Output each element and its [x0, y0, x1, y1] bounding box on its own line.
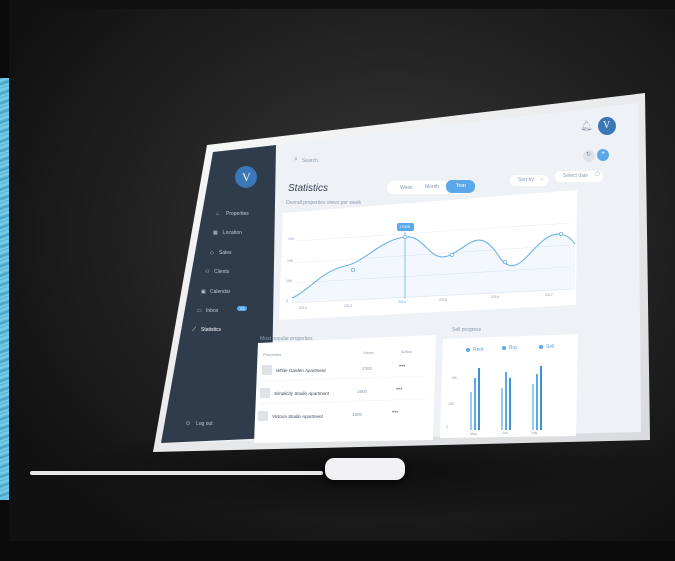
date-select[interactable]: Select date [563, 173, 588, 179]
notification-bell-icon[interactable]: 🔔︎ [580, 121, 593, 132]
x-tick: 2013 [344, 304, 352, 308]
y-tick: 0 [446, 425, 448, 429]
grid-icon: ▦ [213, 230, 218, 236]
sort-chevron-icon[interactable]: ⌄ [540, 176, 544, 182]
y-tick: 15K [451, 376, 458, 380]
inbox-badge: 23 [237, 306, 248, 311]
x-tick: Jun [502, 431, 508, 435]
col-properties: Properties [263, 352, 282, 357]
screen-content: V V 🔔︎ ⌕ Search Statistics Overall prope… [0, 0, 675, 561]
tab-month[interactable]: Month [425, 184, 439, 190]
col-action: Action [401, 349, 413, 354]
legend-rent: Rent [473, 347, 484, 353]
sort-select[interactable]: Sort by [518, 177, 534, 183]
y-tick: 15K [287, 259, 294, 263]
legend-buy: Buy [509, 345, 518, 351]
sidebar-item-label: Sales [219, 250, 232, 256]
y-tick: 0 [286, 299, 288, 303]
y-tick: 10K [286, 279, 293, 283]
home-icon: ⌂ [216, 211, 220, 217]
tab-year[interactable]: Year [456, 183, 466, 189]
x-tick: 2014 [398, 300, 406, 304]
x-tick: 2017 [545, 293, 553, 297]
row-actions-button[interactable]: ••• [399, 364, 405, 370]
sidebar-item-label: Statistics [201, 327, 222, 333]
search-input[interactable]: Search [302, 158, 318, 164]
sidebar-item-label: Location [223, 230, 242, 236]
row-actions-button[interactable]: ••• [392, 410, 398, 416]
x-tick: May [470, 432, 477, 436]
chart-subtitle: Overall properties views per week [286, 200, 362, 206]
tab-week[interactable]: Week [400, 185, 413, 191]
sidebar-item-label: Inbox [206, 308, 219, 314]
calendar-icon[interactable]: ▢ [595, 171, 600, 177]
sidebar-item-label: Clients [214, 269, 230, 275]
row-actions-button[interactable]: ••• [396, 387, 402, 393]
users-icon: ⚇ [205, 269, 210, 275]
photo-background: V V 🔔︎ ⌕ Search Statistics Overall prope… [0, 0, 675, 561]
property-name: Simplicity Studio Apartment [274, 391, 329, 396]
sidebar-item-label: Calendar [210, 289, 231, 295]
property-name: Victoria Studio Apartment [272, 414, 323, 419]
x-tick: July [531, 431, 538, 435]
x-tick: 2016 [491, 295, 499, 299]
popular-title: Most popular properties [260, 336, 313, 342]
refresh-icon[interactable]: ↻ [586, 151, 591, 158]
inbox-icon: ▭ [197, 308, 202, 314]
calendar-icon: ▣ [201, 289, 206, 295]
y-tick: 10K [448, 402, 455, 406]
legend-sell: Sell [546, 344, 555, 350]
y-tick: 20K [288, 237, 295, 241]
property-views: 1900 [357, 389, 368, 394]
tag-icon: ◇ [210, 250, 214, 256]
property-views: 1500 [352, 412, 363, 417]
page-title: Statistics [288, 183, 329, 194]
search-icon[interactable]: ⌕ [294, 156, 298, 164]
logout-icon: ⏻ [186, 421, 190, 427]
chart-tooltip: 17000 [399, 224, 411, 229]
add-icon[interactable]: + [601, 150, 605, 157]
sell-progress-title: Sell progress [452, 327, 482, 333]
logout-label: Log out [196, 421, 213, 427]
sidebar-item-label: Properties [226, 211, 249, 217]
avatar-letter[interactable]: V [603, 120, 610, 131]
statistics-icon: ⟋ [192, 327, 197, 333]
property-views: 2300 [362, 366, 373, 371]
property-name: White Garden Apartment [276, 368, 326, 373]
x-tick: 2012 [299, 306, 307, 310]
logo-letter: V [242, 170, 251, 184]
col-views: Views [363, 350, 374, 355]
x-tick: 2015 [439, 298, 447, 302]
